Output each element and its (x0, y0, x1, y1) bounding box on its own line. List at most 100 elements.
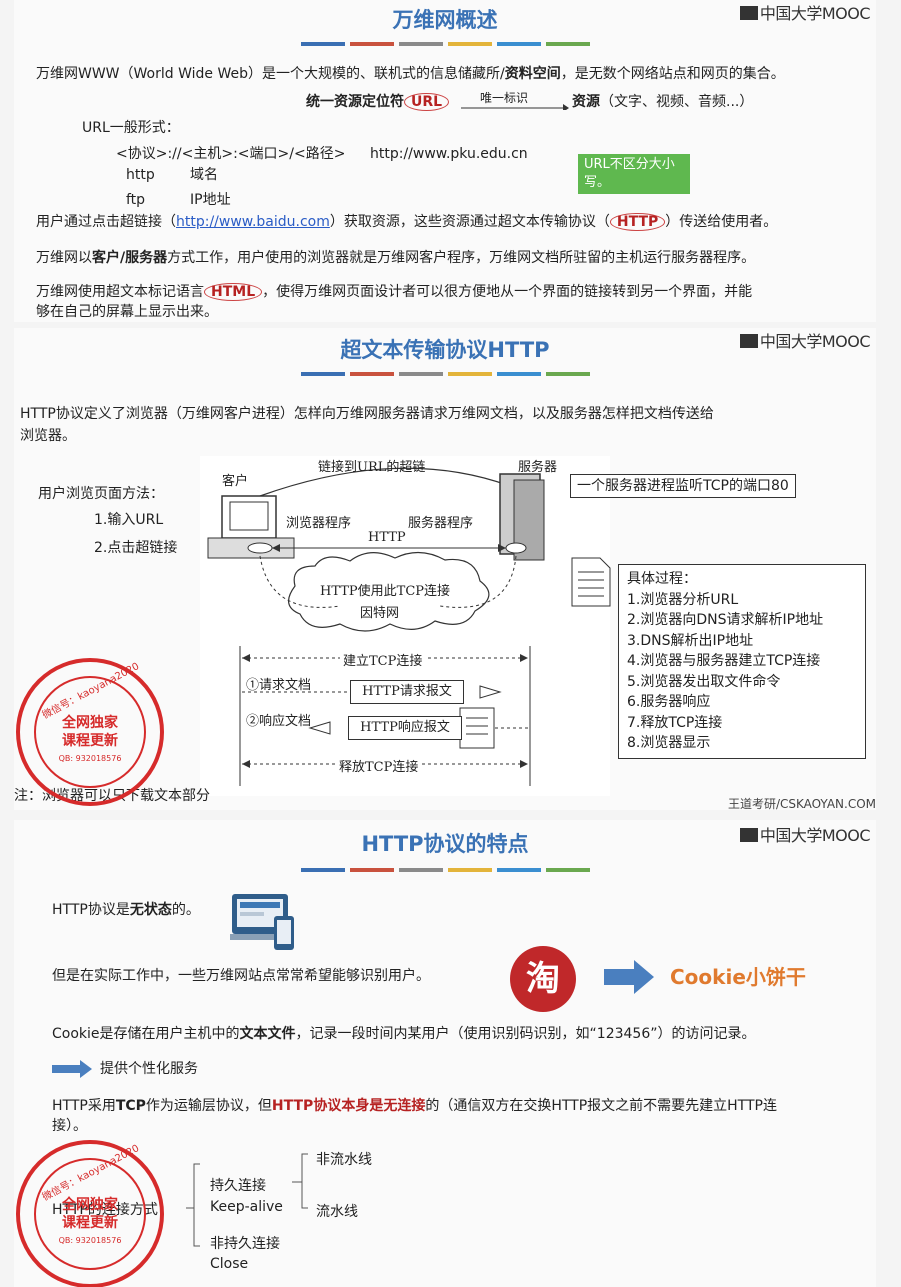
bar (496, 868, 541, 872)
step-item: 3.DNS解析出IP地址 (627, 632, 754, 649)
mooc-icon (739, 334, 758, 348)
document-icon (571, 557, 611, 607)
step-item: 2.浏览器向DNS请求解析IP地址 (627, 612, 824, 628)
resource-label: 资源（文字、视频、音频...） (572, 94, 754, 110)
http-label: HTTP (368, 530, 406, 545)
bar (545, 372, 590, 376)
mooc-icon (739, 6, 758, 20)
http-definition-cont: 浏览器。 (20, 428, 76, 444)
paragraph-cs: 万维网以客户/服务器方式工作，用户使用的浏览器就是万维网客户程序，万维网文档所驻… (36, 250, 756, 266)
bar (447, 868, 492, 872)
response-doc-label: ②响应文档 (246, 714, 312, 729)
url-pattern: <协议>://<主机>:<端口>/<路径> (116, 146, 346, 162)
step-item: 7.释放TCP连接 (627, 714, 723, 731)
cookie-title: Cookie小饼干 (670, 965, 806, 989)
slide-http-features: HTTP协议的特点 中国大学MOOC HTTP协议是无状态的。 但是在实际工作中… (14, 820, 876, 1287)
step-item: 1.浏览器分析URL (627, 591, 739, 608)
browse-methods-title: 用户浏览页面方法： (38, 486, 164, 502)
arrow-right-icon (52, 1060, 92, 1078)
method-hyperlink: 2.点击超链接 (94, 540, 178, 556)
pipeline-label: 流水线 (316, 1204, 358, 1220)
bar (398, 42, 443, 46)
case-note: URL不区分大小写。 (578, 154, 690, 194)
steps-title: 具体过程： (627, 571, 697, 587)
protocol-http: http (126, 167, 155, 183)
paragraph-html-cont: 够在自己的屏幕上显示出来。 (36, 304, 218, 320)
keepalive-label: Keep-alive (210, 1199, 283, 1215)
port-note: 一个服务器进程监听TCP的端口80 (570, 474, 796, 498)
bar (447, 42, 492, 46)
server-program-label: 服务器程序 (408, 516, 474, 531)
protocol-http-desc: 域名 (190, 167, 218, 183)
tcp-text: HTTP采用TCP作为运输层协议，但HTTP协议本身是无连接的（通信双方在交换H… (52, 1098, 777, 1114)
paragraph-html: 万维网使用超文本标记语言 HTML ，使得万维网页面设计者可以很方便地从一个界面的链… (36, 283, 753, 301)
method-url: 1.输入URL (94, 512, 164, 528)
watermark-stamp: 微信号：kaoyana2020 全网独家 课程更新 QB: 932018576 (16, 1140, 164, 1287)
cookie-definition: Cookie是存储在用户主机中的文本文件，记录一段时间内某用户（使用识别码识别，… (52, 1026, 756, 1042)
request-doc-label: ①请求文档 (246, 678, 312, 693)
bar (349, 42, 394, 46)
url-example: http://www.pku.edu.cn (370, 146, 528, 162)
bar (349, 868, 394, 872)
establish-tcp-label: 建立TCP连接 (340, 650, 426, 669)
client-label: 客户 (222, 474, 249, 489)
http-tcp-label: HTTP使用此TCP连接 (320, 584, 451, 599)
http-request-box: HTTP请求报文 (350, 680, 464, 704)
mooc-logo: 中国大学MOOC (739, 328, 871, 352)
release-tcp-label: 释放TCP连接 (336, 756, 422, 775)
bar (398, 868, 443, 872)
diagram-lines (207, 467, 545, 786)
practice-text: 但是在实际工作中，一些万维网站点常常希望能够识别用户。 (52, 968, 430, 984)
personal-service: 提供个性化服务 (100, 1061, 198, 1077)
step-item: 8.浏览器显示 (627, 735, 711, 751)
devices-icon (230, 894, 294, 950)
watermark-stamp: 微信号：kaoyana2020 全网独家 课程更新 QB: 932018576 (16, 658, 164, 806)
step-item: 6.服务器响应 (627, 694, 711, 710)
bar (496, 372, 541, 376)
arrow-right-icon (604, 960, 654, 994)
mooc-icon (739, 828, 758, 842)
bar (545, 868, 590, 872)
bar (545, 42, 590, 46)
step-item: 5.浏览器发出取文件命令 (627, 673, 781, 690)
unique-label: 唯一标识 (480, 91, 529, 105)
close-label: Close (210, 1256, 249, 1272)
protocol-ftp-desc: IP地址 (190, 192, 231, 208)
bar (300, 868, 345, 872)
mooc-logo: 中国大学MOOC (739, 822, 871, 846)
paragraph-www: 万维网WWW（World Wide Web）是一个大规模的、联机式的信息储藏所/… (36, 66, 785, 82)
url-label: 统一资源定位符 URL (306, 92, 450, 112)
nonpersistent-label: 非持久连接 (210, 1236, 280, 1252)
tcp-text-cont: 接）。 (52, 1118, 87, 1134)
slide-www-overview: 万维网概述 中国大学MOOC 万维网WWW（World Wide Web）是一个… (14, 0, 876, 322)
protocol-ftp: ftp (126, 192, 146, 208)
taobao-icon: 淘 (510, 946, 576, 1012)
color-bars (14, 868, 876, 872)
stateless-text: HTTP协议是无状态的。 (52, 902, 200, 918)
url-circled: URL (404, 93, 450, 111)
bar (398, 372, 443, 376)
bar (496, 42, 541, 46)
browser-program-label: 浏览器程序 (286, 516, 352, 531)
color-bars (14, 42, 876, 46)
step-item: 4.浏览器与服务器建立TCP连接 (627, 653, 821, 669)
bar (300, 42, 345, 46)
persistent-label: 持久连接 (210, 1178, 266, 1194)
color-bars (14, 372, 876, 376)
hyperlink-label: 链接到URL的超链 (318, 460, 426, 475)
internet-label: 因特网 (360, 606, 400, 621)
url-form-label: URL一般形式： (82, 120, 180, 136)
bar (349, 372, 394, 376)
process-steps: 具体过程： 1.浏览器分析URL 2.浏览器向DNS请求解析IP地址 3.DNS… (618, 564, 866, 759)
http-diagram: 客户 链接到URL的超链 服务器 浏览器程序 服务器程序 HTTP HTTP使用… (200, 456, 610, 796)
bar (447, 372, 492, 376)
http-response-box: HTTP响应报文 (348, 716, 462, 740)
paragraph-hyperlink: 用户通过点击超链接（http://www.baidu.com）获取资源，这些资源… (36, 213, 778, 231)
watermark: 王道考研/CSKAOYAN.COM (727, 797, 876, 810)
slide-http: 超文本传输协议HTTP 中国大学MOOC HTTP协议定义了浏览器（万维网客户进… (14, 328, 876, 810)
baidu-link[interactable]: http://www.baidu.com (176, 214, 330, 230)
http-definition: HTTP协议定义了浏览器（万维网客户进程）怎样向万维网服务器请求万维网文档，以及… (20, 406, 714, 422)
mooc-logo: 中国大学MOOC (739, 0, 871, 24)
nonpipeline-label: 非流水线 (316, 1152, 372, 1168)
bar (300, 372, 345, 376)
